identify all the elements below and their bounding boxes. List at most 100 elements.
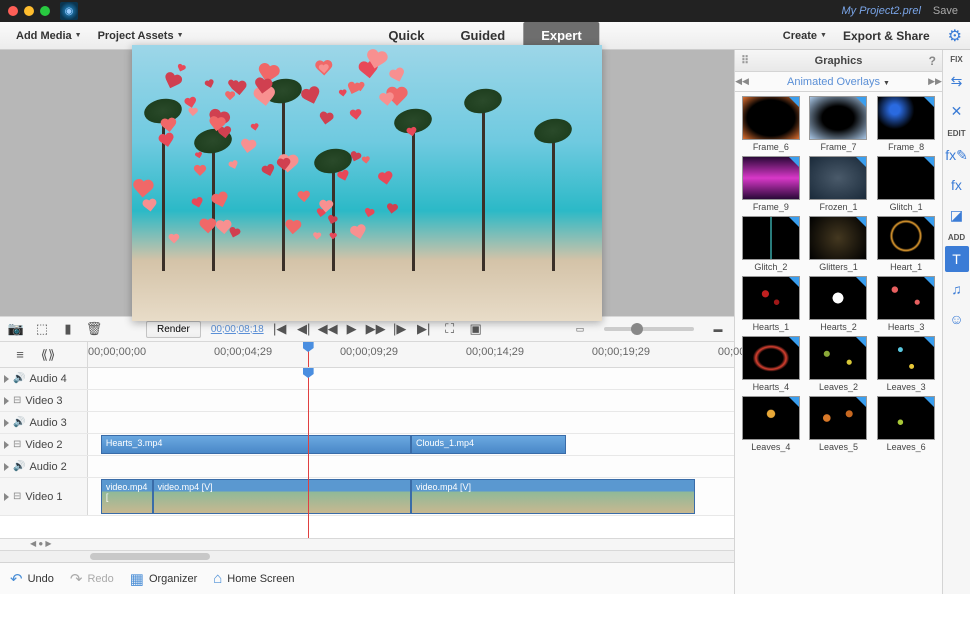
speaker-icon[interactable]: 🔊 (13, 461, 25, 472)
track-header[interactable]: 🔊Audio 3 (0, 412, 88, 433)
save-button[interactable]: Save (933, 5, 958, 17)
create-menu[interactable]: Create▼ (775, 26, 835, 46)
track-lane[interactable] (88, 368, 734, 389)
timecode-display[interactable]: 00;00;08;18 (211, 324, 264, 335)
timeline-snap-icon[interactable]: ⟪⟫ (38, 345, 58, 365)
settings-gear-icon[interactable]: ⚙ (948, 26, 962, 46)
frame-icon[interactable]: ⬚ (32, 319, 52, 339)
graphics-thumbnail[interactable]: Frame_9 (739, 156, 803, 212)
timeline-clip[interactable]: Clouds_1.mp4 (411, 435, 566, 454)
home-screen-button[interactable]: ⌂Home Screen (213, 570, 294, 587)
redo-button[interactable]: ↷Redo (70, 570, 114, 588)
track-lane[interactable]: Hearts_3.mp4Clouds_1.mp4 (88, 434, 734, 455)
preview-monitor[interactable] (132, 45, 602, 321)
fullscreen-icon[interactable]: ⛶ (440, 319, 460, 339)
add-media-menu[interactable]: Add Media▼ (8, 26, 90, 46)
timeline-clip[interactable]: video.mp4 [ (101, 479, 153, 514)
filmstrip-icon[interactable]: ⊟ (13, 439, 21, 450)
graphics-thumbnail[interactable]: Leaves_4 (739, 396, 803, 452)
rail-tool-icon[interactable]: ☺ (945, 306, 969, 332)
expand-icon[interactable] (4, 375, 9, 383)
rail-tool-icon[interactable]: ✕ (945, 98, 969, 124)
timeline-clip[interactable]: Hearts_3.mp4 (101, 435, 411, 454)
goto-end-icon[interactable]: ▶| (414, 319, 434, 339)
goto-start-icon[interactable]: |◀ (270, 319, 290, 339)
category-prev-icon[interactable]: ◀◀ (735, 76, 749, 87)
expand-icon[interactable] (4, 419, 9, 427)
export-share-button[interactable]: Export & Share (835, 25, 938, 47)
track-lane[interactable]: video.mp4 [video.mp4 [V]video.mp4 [V] (88, 478, 734, 515)
track-header[interactable]: ⊟Video 2 (0, 434, 88, 455)
timeline-clip[interactable]: video.mp4 [V] (411, 479, 695, 514)
organizer-button[interactable]: ▦Organizer (130, 570, 197, 588)
track-lane[interactable] (88, 456, 734, 477)
expand-icon[interactable] (4, 441, 9, 449)
graphics-thumbnail[interactable]: Hearts_3 (874, 276, 938, 332)
track-header[interactable]: ⊟Video 3 (0, 390, 88, 411)
rail-tool-icon[interactable]: T (945, 246, 969, 272)
playhead[interactable] (308, 342, 309, 367)
zoom-out-icon[interactable]: ▭ (570, 319, 590, 339)
close-window-icon[interactable] (8, 6, 18, 16)
track-header[interactable]: 🔊Audio 4 (0, 368, 88, 389)
category-next-icon[interactable]: ▶▶ (928, 76, 942, 87)
graphics-thumbnail[interactable]: Heart_1 (874, 216, 938, 272)
track-header[interactable]: 🔊Audio 2 (0, 456, 88, 477)
ruler-mark: 00;00;04;29 (214, 346, 272, 358)
rail-tool-icon[interactable]: fx✎ (945, 142, 969, 168)
rail-tool-icon[interactable]: ⇆ (945, 68, 969, 94)
step-forward-icon[interactable]: |▶ (390, 319, 410, 339)
minimize-window-icon[interactable] (24, 6, 34, 16)
graphics-thumbnail[interactable]: Frozen_1 (807, 156, 871, 212)
marker-icon[interactable]: ▮ (58, 319, 78, 339)
category-dropdown[interactable]: Animated Overlays ▼ (749, 76, 928, 88)
speaker-icon[interactable]: 🔊 (13, 417, 25, 428)
maximize-window-icon[interactable] (40, 6, 50, 16)
expand-icon[interactable] (4, 493, 9, 501)
trash-icon[interactable]: 🗑 (84, 319, 104, 339)
graphics-thumbnail[interactable]: Leaves_5 (807, 396, 871, 452)
rail-tool-icon[interactable]: fx (945, 172, 969, 198)
rewind-icon[interactable]: ◀◀ (318, 319, 338, 339)
rail-tool-icon[interactable]: ◪ (945, 202, 969, 228)
forward-icon[interactable]: ▶▶ (366, 319, 386, 339)
rail-tool-icon[interactable]: ♫ (945, 276, 969, 302)
graphics-thumbnail[interactable]: Hearts_4 (739, 336, 803, 392)
camera-icon[interactable]: 📷 (6, 319, 26, 339)
timeline-scrollbar[interactable] (0, 550, 734, 562)
graphics-thumbnail[interactable]: Glitch_2 (739, 216, 803, 272)
project-assets-menu[interactable]: Project Assets▼ (90, 26, 192, 46)
timeline-settings-icon[interactable]: ≡ (10, 345, 30, 365)
speaker-icon[interactable]: 🔊 (13, 373, 25, 384)
graphics-thumbnail[interactable]: Frame_6 (739, 96, 803, 152)
filmstrip-icon[interactable]: ⊟ (13, 395, 21, 406)
help-icon[interactable]: ? (929, 54, 936, 68)
graphics-thumbnail[interactable]: Frame_8 (874, 96, 938, 152)
expand-icon[interactable] (4, 397, 9, 405)
track-lane[interactable] (88, 412, 734, 433)
graphics-thumbnail[interactable]: Leaves_3 (874, 336, 938, 392)
graphics-thumbnail[interactable]: Leaves_6 (874, 396, 938, 452)
graphics-thumbnail[interactable]: Leaves_2 (807, 336, 871, 392)
new-flag-icon (924, 337, 934, 347)
graphics-thumbnail[interactable]: Glitch_1 (874, 156, 938, 212)
zoom-in-icon[interactable]: ▬ (708, 319, 728, 339)
new-flag-icon (789, 217, 799, 227)
timeline-clip[interactable]: video.mp4 [V] (153, 479, 411, 514)
track-header[interactable]: ⊟Video 1 (0, 478, 88, 515)
expand-icon[interactable] (4, 463, 9, 471)
graphics-thumbnail[interactable]: Glitters_1 (807, 216, 871, 272)
track-lane[interactable] (88, 390, 734, 411)
graphics-thumbnail[interactable]: Hearts_1 (739, 276, 803, 332)
step-back-icon[interactable]: ◀| (294, 319, 314, 339)
render-button[interactable]: Render (146, 321, 201, 338)
safe-margins-icon[interactable]: ▣ (466, 319, 486, 339)
timeline-ruler[interactable]: 00;00;00;0000;00;04;2900;00;09;2900;00;1… (88, 342, 734, 367)
undo-button[interactable]: ↶Undo (10, 570, 54, 588)
play-icon[interactable]: ▶ (342, 319, 362, 339)
filmstrip-icon[interactable]: ⊟ (13, 491, 21, 502)
graphics-thumbnail[interactable]: Hearts_2 (807, 276, 871, 332)
zoom-slider[interactable] (604, 327, 694, 331)
panel-grip-icon[interactable]: ⠿ (741, 54, 749, 67)
graphics-thumbnail[interactable]: Frame_7 (807, 96, 871, 152)
